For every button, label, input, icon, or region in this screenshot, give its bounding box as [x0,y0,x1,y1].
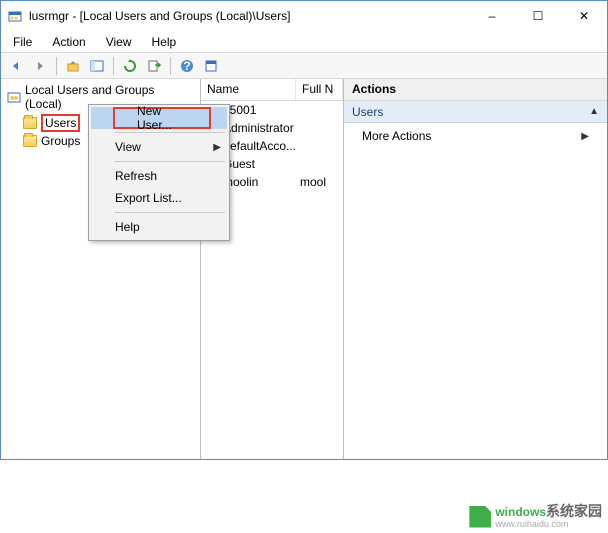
folder-icon [23,135,37,147]
watermark-text: windows系统家园 www.ruihaidu.com [495,504,602,529]
forward-button[interactable] [29,55,51,77]
ctx-separator [115,132,225,133]
ctx-item-label: Help [115,220,140,234]
ctx-separator [115,212,225,213]
refresh-button[interactable] [119,55,141,77]
submenu-arrow-icon: ▶ [213,142,221,153]
ctx-item-label: Refresh [115,169,157,183]
cell-full: mool [296,175,343,189]
context-menu: New User... View ▶ Refresh Export List..… [88,104,230,241]
toolbar: ? [1,53,607,79]
cell-name: DefaultAcco... [221,139,296,153]
toolbar-separator [170,57,171,75]
actions-more-label: More Actions [362,129,431,143]
ctx-help[interactable]: Help [91,216,227,238]
column-fullname[interactable]: Full N [296,79,343,100]
app-icon [7,8,23,24]
highlight-users: Users [41,114,80,132]
console-root-icon [7,90,21,104]
ctx-new-user[interactable]: New User... [91,107,227,129]
close-button[interactable]: ✕ [561,1,607,31]
minimize-button[interactable]: – [469,1,515,31]
watermark-cn: 系统家园 [546,503,602,519]
properties-button[interactable] [200,55,222,77]
watermark-logo-icon [469,506,491,528]
highlight-new-user: New User... [113,107,211,129]
help-button[interactable]: ? [176,55,198,77]
folder-icon [23,117,37,129]
watermark-url: www.ruihaidu.com [495,520,602,529]
actions-section-users[interactable]: Users ▲ [344,101,607,123]
back-button[interactable] [5,55,27,77]
window-title: lusrmgr - [Local Users and Groups (Local… [29,9,469,23]
titlebar: lusrmgr - [Local Users and Groups (Local… [1,1,607,31]
watermark: windows系统家园 www.ruihaidu.com [469,504,602,529]
toolbar-separator [56,57,57,75]
ctx-refresh[interactable]: Refresh [91,165,227,187]
ctx-separator [115,161,225,162]
submenu-arrow-icon: ▶ [581,131,589,142]
actions-header: Actions [344,79,607,101]
tree-item-label: Groups [41,134,80,148]
menu-file[interactable]: File [5,33,40,51]
maximize-button[interactable]: ☐ [515,1,561,31]
tree-item-label: Users [45,116,76,130]
column-name[interactable]: Name [201,79,296,100]
actions-pane: Actions Users ▲ More Actions ▶ [344,79,607,459]
watermark-brand: windows [495,505,546,519]
list-header: Name Full N [201,79,343,101]
ctx-item-label: View [115,140,141,154]
ctx-item-label: Export List... [115,191,182,205]
collapse-icon: ▲ [589,106,599,117]
menu-view[interactable]: View [98,33,140,51]
ctx-export-list[interactable]: Export List... [91,187,227,209]
up-button[interactable] [62,55,84,77]
show-hide-tree-button[interactable] [86,55,108,77]
toolbar-separator [113,57,114,75]
actions-section-label: Users [352,105,383,119]
export-button[interactable] [143,55,165,77]
menu-action[interactable]: Action [44,33,93,51]
ctx-item-label: New User... [137,104,193,132]
cell-name: Administrator [223,121,294,135]
svg-text:?: ? [183,59,190,73]
menu-help[interactable]: Help [144,33,185,51]
ctx-view[interactable]: View ▶ [91,136,227,158]
menubar: File Action View Help [1,31,607,53]
actions-more[interactable]: More Actions ▶ [344,123,607,149]
